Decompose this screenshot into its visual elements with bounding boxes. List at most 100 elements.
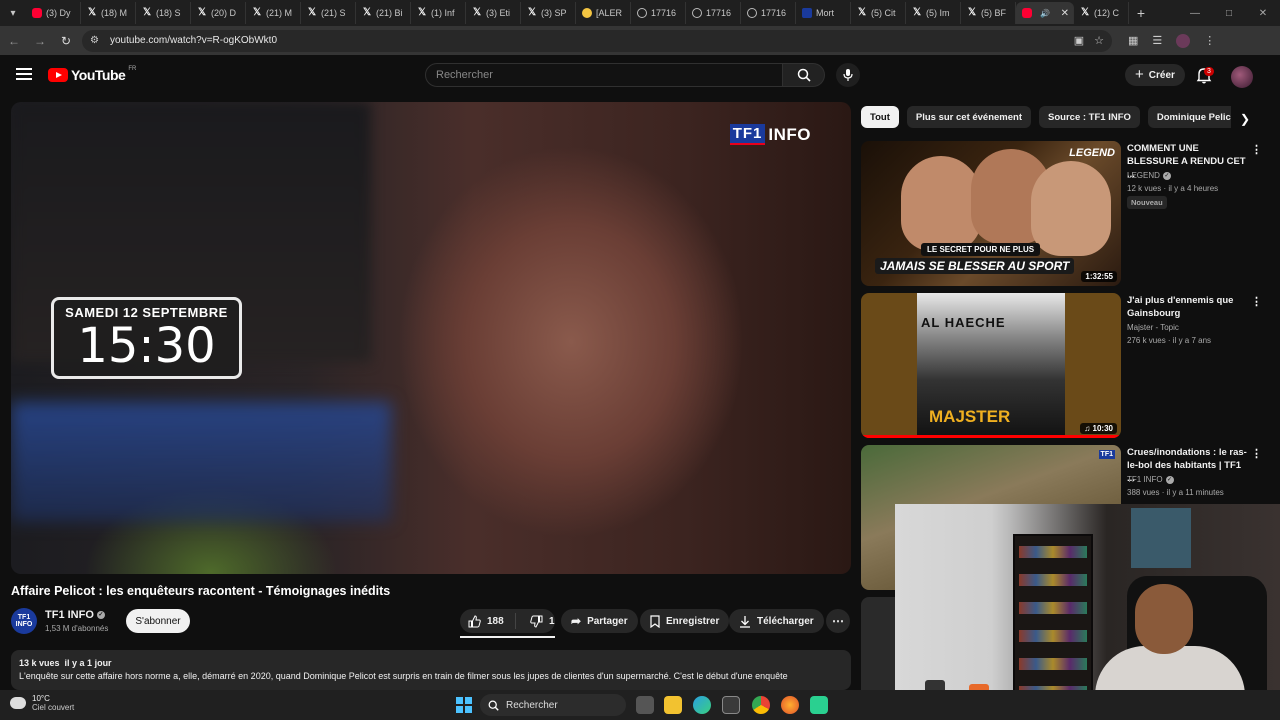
close-window-button[interactable]: ✕: [1246, 0, 1280, 26]
browser-tab[interactable]: 𝕏 (20) D: [191, 2, 246, 24]
extensions-icon[interactable]: ▦: [1128, 34, 1138, 47]
recommendation-title[interactable]: J'ai plus d'ennemis que Gainsbourg: [1127, 294, 1247, 320]
recommendation-channel[interactable]: TF1 INFO ✓: [1127, 475, 1174, 484]
browser-tab[interactable]: [ALER: [576, 2, 631, 24]
store-icon[interactable]: [722, 696, 740, 714]
reload-button[interactable]: ↻: [54, 29, 78, 53]
file-explorer-icon[interactable]: [664, 696, 682, 714]
browser-tab[interactable]: 17716: [631, 2, 686, 24]
wall-poster: [1131, 508, 1191, 568]
tab-label: (20) D: [211, 8, 237, 18]
browser-tab[interactable]: 𝕏 (3) SP: [521, 2, 576, 24]
maximize-button[interactable]: □: [1212, 0, 1246, 26]
create-label: Créer: [1148, 69, 1175, 81]
close-tab-icon[interactable]: ✕: [1061, 8, 1069, 19]
new-badge: Nouveau: [1127, 196, 1167, 209]
filter-chip[interactable]: Source : TF1 INFO: [1039, 106, 1140, 128]
install-app-icon[interactable]: ▣: [1074, 34, 1084, 47]
weather-widget[interactable]: 10°C Ciel couvert: [10, 694, 74, 712]
description-meta: 13 k vues il y a 1 jour: [19, 658, 112, 668]
browser-tab[interactable]: (3) Dy: [26, 2, 81, 24]
subscriber-count: 1,53 M d'abonnés: [45, 624, 109, 633]
new-tab-button[interactable]: +: [1129, 2, 1153, 24]
dislike-button[interactable]: 1: [522, 615, 555, 628]
browser-tab[interactable]: 𝕏 (5) BF: [961, 2, 1016, 24]
app-icon[interactable]: [810, 696, 828, 714]
filter-chip[interactable]: Tout: [861, 106, 899, 128]
kebab-menu-icon[interactable]: ⋮: [1251, 143, 1262, 156]
browser-tab[interactable]: 𝕏 (1) Inf: [411, 2, 466, 24]
search-box[interactable]: [425, 63, 783, 87]
filter-chips: Tout Plus sur cet événement Source : TF1 I…: [861, 106, 1231, 130]
video-player[interactable]: TF1 INFO SAMEDI 12 SEPTEMBRE 15:30: [11, 102, 851, 574]
media-controls-icon[interactable]: ☰: [1152, 34, 1162, 47]
youtube-logo[interactable]: YouTube FR: [48, 66, 136, 83]
edge-browser-icon[interactable]: [693, 696, 711, 714]
site-info-icon[interactable]: ⚙: [90, 35, 106, 46]
taskbar-search[interactable]: Rechercher: [480, 694, 626, 716]
back-button[interactable]: ←: [2, 29, 26, 53]
chrome-icon[interactable]: [752, 696, 770, 714]
voice-search-button[interactable]: [836, 63, 860, 87]
filter-chip[interactable]: Dominique Pelicot: [1147, 106, 1231, 128]
tab-label: (12) C: [1094, 8, 1120, 18]
task-view-icon[interactable]: [636, 696, 654, 714]
browser-tab[interactable]: 𝕏 (5) Cit: [851, 2, 906, 24]
thumbs-down-icon: [530, 615, 543, 628]
browser-menu-icon[interactable]: ⋮: [1204, 34, 1215, 47]
x-favicon-icon: 𝕏: [527, 7, 537, 18]
browser-tab[interactable]: 𝕏 (18) M: [81, 2, 136, 24]
browser-tab-strip: ▾ (3) Dy 𝕏 (18) M 𝕏 (18) S 𝕏 (20) D 𝕏 (21) M 𝕏 (21…: [0, 0, 1280, 26]
browser-tab[interactable]: 𝕏 (5) Im: [906, 2, 961, 24]
search-input[interactable]: [436, 69, 782, 81]
tab-label: (3) SP: [541, 8, 567, 18]
firefox-icon[interactable]: [781, 696, 799, 714]
channel-avatar[interactable]: TF1 INFO: [11, 608, 37, 634]
browser-tab[interactable]: 𝕏 (12) C: [1074, 2, 1129, 24]
browser-tab[interactable]: 𝕏 (21) M: [246, 2, 301, 24]
webcam-overlay: [895, 504, 1280, 720]
browser-tab[interactable]: 𝕏 (18) S: [136, 2, 191, 24]
create-button[interactable]: + Créer: [1125, 64, 1185, 86]
browser-tab[interactable]: 17716: [741, 2, 796, 24]
kebab-menu-icon[interactable]: ⋮: [1251, 447, 1262, 460]
chevron-right-icon[interactable]: ❯: [1236, 110, 1254, 128]
tab-search-icon[interactable]: ▾: [0, 0, 26, 26]
browser-tab[interactable]: 🔊 ✕: [1016, 2, 1074, 24]
forward-button[interactable]: →: [28, 29, 52, 53]
subscribe-button[interactable]: S'abonner: [126, 609, 190, 633]
broadcast-date-overlay: SAMEDI 12 SEPTEMBRE 15:30: [51, 297, 242, 379]
browser-tab[interactable]: Mort: [796, 2, 851, 24]
guide-menu-icon[interactable]: [16, 68, 32, 80]
video-thumbnail[interactable]: AL HAECHE MAJSTER ♫ 10:30: [861, 293, 1121, 438]
description-box[interactable]: 13 k vues il y a 1 jour L'enquête sur ce…: [11, 650, 851, 690]
account-avatar[interactable]: [1231, 66, 1253, 88]
tab-label: (1) Inf: [431, 8, 455, 18]
video-thumbnail[interactable]: LEGEND LE SECRET POUR NE PLUS JAMAIS SE …: [861, 141, 1121, 286]
recommendation-channel[interactable]: LEGEND ✓: [1127, 171, 1171, 180]
save-button[interactable]: Enregistrer: [640, 609, 730, 633]
channel-name[interactable]: TF1 INFO ✓: [45, 609, 105, 621]
audio-playing-icon[interactable]: 🔊: [1040, 9, 1050, 18]
like-button[interactable]: 188: [460, 613, 516, 629]
browser-tab[interactable]: 17716: [686, 2, 741, 24]
bookmark-icon: [650, 614, 660, 628]
x-favicon-icon: 𝕏: [87, 7, 97, 18]
recommendation-channel[interactable]: Majster - Topic: [1127, 323, 1179, 332]
share-button[interactable]: ➦ Partager: [561, 609, 638, 633]
kebab-menu-icon[interactable]: ⋮: [1251, 295, 1262, 308]
search-button[interactable]: [783, 63, 825, 87]
windows-start-icon[interactable]: [456, 697, 472, 713]
minimize-button[interactable]: —: [1178, 0, 1212, 26]
filter-chip[interactable]: Plus sur cet événement: [906, 106, 1032, 128]
bookmark-star-icon[interactable]: ☆: [1094, 34, 1104, 47]
browser-tab[interactable]: 𝕏 (21) S: [301, 2, 356, 24]
address-bar[interactable]: ⚙ youtube.com/watch?v=R-ogKObWkt0 ▣ ☆: [82, 29, 1112, 52]
browser-tab[interactable]: 𝕏 (21) Bi: [356, 2, 411, 24]
browser-tab[interactable]: 𝕏 (3) Eti: [466, 2, 521, 24]
browser-profile-avatar[interactable]: [1176, 33, 1191, 48]
more-actions-button[interactable]: ⋯: [826, 609, 850, 633]
recommendation-item[interactable]: LEGEND LE SECRET POUR NE PLUS JAMAIS SE …: [861, 141, 1262, 286]
recommendation-item[interactable]: AL HAECHE MAJSTER ♫ 10:30 J'ai plus d'en…: [861, 293, 1262, 438]
download-button[interactable]: Télécharger: [729, 609, 824, 633]
